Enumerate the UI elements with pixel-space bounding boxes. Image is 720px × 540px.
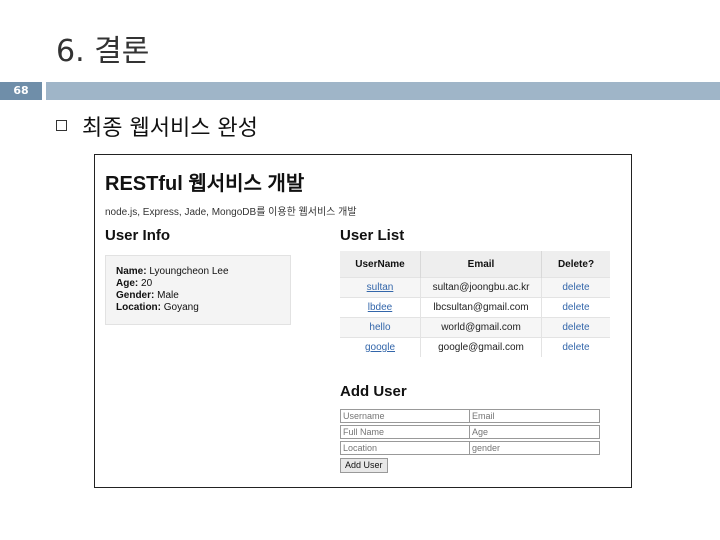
table-row: hello world@gmail.com delete xyxy=(340,317,610,338)
info-row-name: Name: Lyoungcheon Lee xyxy=(116,266,229,277)
add-user-form: Add User xyxy=(340,409,600,473)
email-input[interactable] xyxy=(470,409,600,423)
delete-link[interactable]: delete xyxy=(541,297,610,318)
username-link[interactable]: google xyxy=(340,337,421,357)
age-input[interactable] xyxy=(470,425,600,439)
email-cell: google@gmail.com xyxy=(420,337,542,357)
info-row-gender: Gender: Male xyxy=(116,290,179,301)
user-info-heading: User Info xyxy=(105,227,171,244)
bullet-square-icon xyxy=(56,120,67,131)
delete-link[interactable]: delete xyxy=(541,277,610,298)
add-user-heading: Add User xyxy=(340,383,407,400)
title-rule xyxy=(46,82,720,100)
location-input[interactable] xyxy=(340,441,470,455)
gender-input[interactable] xyxy=(470,441,600,455)
email-cell: world@gmail.com xyxy=(420,317,542,338)
user-info-panel: Name: Lyoungcheon Lee Age: 20 Gender: Ma… xyxy=(105,255,291,325)
user-list-heading: User List xyxy=(340,227,405,244)
email-cell: lbcsultan@gmail.com xyxy=(420,297,542,318)
column-header-username: UserName xyxy=(340,251,421,278)
username-input[interactable] xyxy=(340,409,470,423)
bullet-text: 최종 웹서비스 완성 xyxy=(82,116,258,141)
form-row xyxy=(340,425,600,439)
table-row: sultan sultan@joongbu.ac.kr delete xyxy=(340,277,610,298)
table-row: lbdee lbcsultan@gmail.com delete xyxy=(340,297,610,318)
username-link[interactable]: hello xyxy=(340,317,421,338)
username-link[interactable]: lbdee xyxy=(340,297,421,318)
table-row: google google@gmail.com delete xyxy=(340,337,610,357)
user-list-table: UserName Email Delete? sultan sultan@joo… xyxy=(340,251,610,357)
add-user-button[interactable]: Add User xyxy=(340,457,388,473)
column-header-email: Email xyxy=(420,251,542,278)
web-app-screenshot: RESTful 웹서비스 개발 node.js, Express, Jade, … xyxy=(94,154,632,488)
form-row xyxy=(340,409,600,423)
slide-title: 6. 결론 xyxy=(56,34,150,69)
fullname-input[interactable] xyxy=(340,425,470,439)
app-subtitle: node.js, Express, Jade, MongoDB를 이용한 웹서비… xyxy=(105,207,357,218)
username-link[interactable]: sultan xyxy=(340,277,421,298)
delete-link[interactable]: delete xyxy=(541,337,610,357)
delete-link[interactable]: delete xyxy=(541,317,610,338)
email-cell: sultan@joongbu.ac.kr xyxy=(420,277,542,298)
column-header-delete: Delete? xyxy=(541,251,610,278)
info-row-location: Location: Goyang xyxy=(116,302,199,313)
app-title: RESTful 웹서비스 개발 xyxy=(105,173,305,195)
info-row-age: Age: 20 xyxy=(116,278,153,289)
form-row xyxy=(340,441,600,455)
slide-number: 68 xyxy=(0,82,42,100)
